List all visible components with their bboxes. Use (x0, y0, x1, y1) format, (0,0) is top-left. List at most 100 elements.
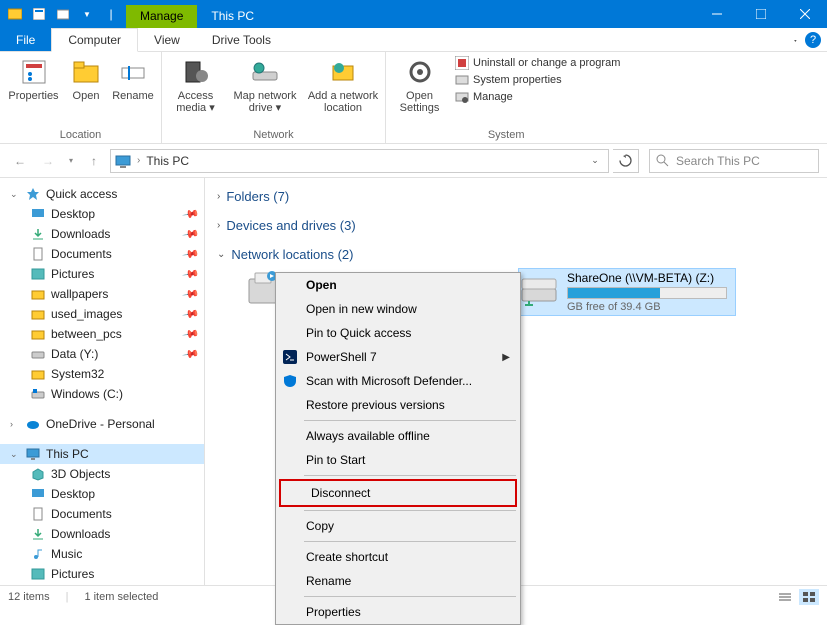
manage-icon (455, 90, 469, 104)
rename-button[interactable]: Rename (111, 56, 155, 102)
rename-icon (117, 56, 149, 88)
sidebar-item-pc-desktop[interactable]: Desktop (0, 484, 204, 504)
ctx-separator (304, 596, 516, 597)
open-button[interactable]: Open (67, 56, 105, 102)
tab-view[interactable]: View (138, 28, 196, 51)
tab-computer[interactable]: Computer (51, 28, 138, 52)
sidebar-item-between-pcs[interactable]: between_pcs📌 (0, 324, 204, 344)
search-input[interactable]: Search This PC (649, 149, 819, 173)
ribbon-collapse-icon[interactable]: 𝅏 (794, 34, 797, 45)
shareone-title: ShareOne (\\VM-BETA) (Z:) (567, 271, 733, 285)
ctx-rename[interactable]: Rename (276, 569, 520, 593)
sidebar-item-pc-music[interactable]: Music (0, 544, 204, 564)
address-dropdown-icon[interactable]: ⌄ (586, 155, 604, 166)
tree-label: wallpapers (51, 287, 108, 301)
tab-file[interactable]: File (0, 28, 51, 51)
address-bar[interactable]: › This PC ⌄ (110, 149, 609, 173)
qat-dropdown-icon[interactable]: ▼ (76, 3, 98, 25)
status-selected-count: 1 item selected (84, 591, 158, 603)
properties-button[interactable]: Properties (6, 56, 61, 102)
nav-up-button[interactable]: ↑ (82, 149, 106, 173)
manage-button[interactable]: Manage (455, 90, 620, 104)
ctx-disconnect-highlight: Disconnect (279, 479, 517, 507)
open-settings-label: Open Settings (392, 90, 447, 114)
minimize-button[interactable] (695, 0, 739, 28)
quick-access-toolbar: ▼ | (0, 0, 122, 28)
settings-gear-icon (404, 56, 436, 88)
chevron-right-icon: › (217, 191, 220, 202)
qat-new-folder-icon[interactable] (52, 3, 74, 25)
window-controls (695, 0, 827, 28)
ctx-pin-quick-access[interactable]: Pin to Quick access (276, 321, 520, 345)
nav-recent-dropdown[interactable]: ▾ (64, 149, 78, 173)
ctx-defender-scan[interactable]: Scan with Microsoft Defender... (276, 369, 520, 393)
sidebar-this-pc[interactable]: ⌄ This PC (0, 444, 204, 464)
tab-manage[interactable]: Manage (126, 5, 197, 28)
sidebar-quick-access[interactable]: ⌄ Quick access (0, 184, 204, 204)
ctx-separator (304, 475, 516, 476)
group-header-folders[interactable]: › Folders (7) (217, 186, 815, 207)
ctx-create-shortcut[interactable]: Create shortcut (276, 545, 520, 569)
explorer-icon[interactable] (4, 3, 26, 25)
ctx-pin-start[interactable]: Pin to Start (276, 448, 520, 472)
tab-drive-tools[interactable]: Drive Tools (196, 28, 287, 51)
sidebar-item-downloads[interactable]: Downloads📌 (0, 224, 204, 244)
sidebar-item-wallpapers[interactable]: wallpapers📌 (0, 284, 204, 304)
map-network-drive-button[interactable]: Map network drive ▾ (229, 56, 301, 114)
folders-label: Folders (7) (226, 189, 289, 204)
add-network-location-button[interactable]: Add a network location (307, 56, 379, 114)
search-placeholder: Search This PC (676, 154, 760, 168)
this-pc-icon (115, 153, 131, 169)
sidebar-item-pc-downloads[interactable]: Downloads (0, 524, 204, 544)
maximize-button[interactable] (739, 0, 783, 28)
sidebar-onedrive[interactable]: › OneDrive - Personal (0, 414, 204, 434)
close-button[interactable] (783, 0, 827, 28)
sidebar-item-pictures[interactable]: Pictures📌 (0, 264, 204, 284)
uninstall-program-button[interactable]: Uninstall or change a program (455, 56, 620, 70)
sidebar-item-windows-c[interactable]: Windows (C:) (0, 384, 204, 404)
sidebar-item-used-images[interactable]: used_images📌 (0, 304, 204, 324)
downloads-icon (30, 526, 46, 542)
ribbon-group-system: Open Settings Uninstall or change a prog… (386, 52, 626, 143)
ctx-separator (304, 420, 516, 421)
ctx-always-offline[interactable]: Always available offline (276, 424, 520, 448)
open-settings-button[interactable]: Open Settings (392, 56, 447, 114)
sidebar-item-documents[interactable]: Documents📌 (0, 244, 204, 264)
nav-back-button[interactable]: ← (8, 149, 32, 173)
onedrive-icon (25, 416, 41, 432)
refresh-button[interactable] (613, 149, 639, 173)
sidebar-item-pc-documents[interactable]: Documents (0, 504, 204, 524)
view-details-button[interactable] (775, 589, 795, 605)
pin-icon: 📌 (182, 225, 201, 244)
breadcrumb[interactable]: This PC (146, 154, 189, 168)
network-location-shareone[interactable]: ShareOne (\\VM-BETA) (Z:) GB free of 39.… (519, 269, 735, 315)
sidebar-item-pc-pictures[interactable]: Pictures (0, 564, 204, 584)
qat-properties-icon[interactable] (28, 3, 50, 25)
pin-icon: 📌 (182, 205, 201, 224)
sidebar-item-3d-objects[interactable]: 3D Objects (0, 464, 204, 484)
ctx-open[interactable]: Open (276, 273, 520, 297)
ctx-open-new-window[interactable]: Open in new window (276, 297, 520, 321)
ctx-restore-versions[interactable]: Restore previous versions (276, 393, 520, 417)
ctx-copy[interactable]: Copy (276, 514, 520, 538)
system-properties-button[interactable]: System properties (455, 73, 620, 87)
access-media-icon (180, 56, 212, 88)
breadcrumb-chevron[interactable]: › (137, 155, 140, 166)
chevron-down-icon: ⌄ (10, 189, 20, 200)
sidebar-item-desktop[interactable]: Desktop📌 (0, 204, 204, 224)
ctx-disconnect[interactable]: Disconnect (281, 481, 515, 505)
drive-space-bar (567, 287, 727, 299)
view-tiles-button[interactable] (799, 589, 819, 605)
access-media-button[interactable]: Access media ▾ (168, 56, 223, 114)
group-header-devices[interactable]: ›Devices and drives (3) (217, 215, 815, 236)
sidebar-item-data-y[interactable]: Data (Y:)📌 (0, 344, 204, 364)
folder-icon (30, 286, 46, 302)
tree-label: Downloads (51, 527, 110, 541)
tree-label: used_images (51, 307, 122, 321)
ctx-properties[interactable]: Properties (276, 600, 520, 624)
sidebar-item-system32[interactable]: System32 (0, 364, 204, 384)
ctx-powershell[interactable]: PowerShell 7 ▶ (276, 345, 520, 369)
group-header-network[interactable]: ⌄Network locations (2) (217, 244, 815, 265)
help-icon[interactable]: ? (805, 32, 821, 48)
nav-forward-button[interactable]: → (36, 149, 60, 173)
